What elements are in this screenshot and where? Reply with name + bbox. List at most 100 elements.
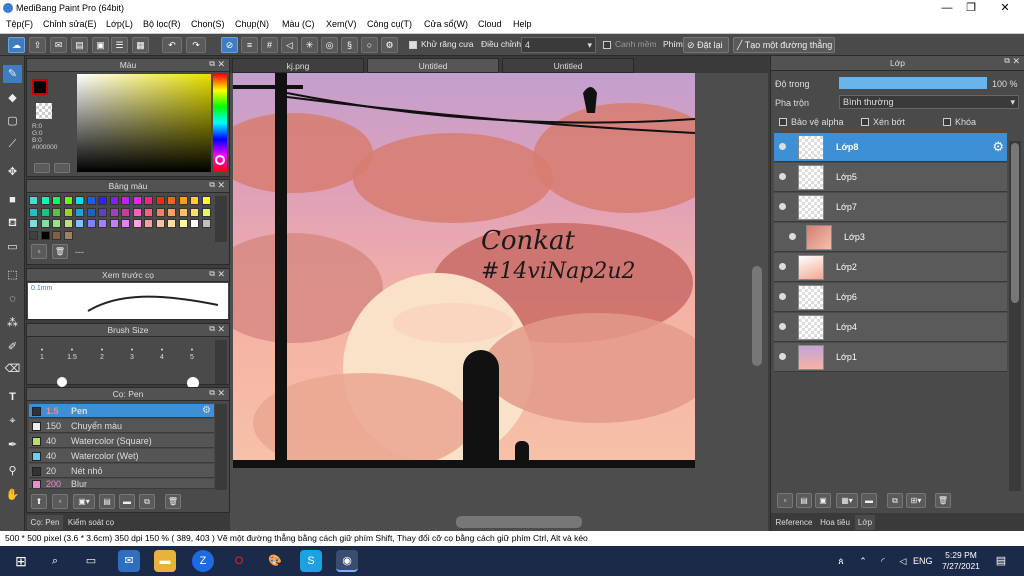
- palette-swatch[interactable]: [201, 207, 211, 217]
- menu-tools[interactable]: Công cụ(T): [367, 19, 412, 29]
- new-halftone-layer-icon[interactable]: ▤: [796, 493, 812, 508]
- menu-view[interactable]: Xem(V): [326, 19, 357, 29]
- search-icon[interactable]: ⌕: [44, 550, 66, 572]
- eye-icon[interactable]: [779, 173, 786, 180]
- tab-reference[interactable]: Reference: [773, 515, 815, 530]
- close-icon[interactable]: ✕: [217, 324, 225, 335]
- fill-rect-tool-icon[interactable]: ■: [3, 191, 22, 209]
- background-color-swatch[interactable]: [36, 103, 52, 119]
- palette-swatch[interactable]: [144, 219, 153, 228]
- gradient-tool-icon[interactable]: ▭: [3, 238, 22, 256]
- brush-item[interactable]: 40 Watercolor (Wet): [29, 449, 214, 463]
- parallel-snap-icon[interactable]: ≡: [241, 37, 258, 53]
- add-brush-icon[interactable]: ⬆: [31, 494, 47, 509]
- vertical-scrollbar[interactable]: [752, 266, 762, 366]
- layer-row[interactable]: Lớp2: [774, 253, 1007, 282]
- eye-icon[interactable]: [779, 143, 786, 150]
- palette-swatch[interactable]: [201, 196, 211, 205]
- delete-layer-icon[interactable]: 🗑: [935, 493, 951, 508]
- maximize-button[interactable]: ❐: [956, 0, 986, 17]
- brush-copy-icon[interactable]: ▤: [99, 494, 115, 509]
- float-icon[interactable]: ⧉: [209, 180, 215, 190]
- float-icon[interactable]: ⧉: [1004, 56, 1010, 66]
- dropper-pen-icon[interactable]: ✒: [3, 436, 22, 454]
- clipping-checkbox[interactable]: [861, 118, 869, 126]
- menu-filter[interactable]: Bộ lọc(R): [143, 19, 181, 29]
- layer-row[interactable]: Lớp8 ⚙: [774, 133, 1007, 162]
- save-icon[interactable]: ▣: [92, 37, 109, 53]
- eye-icon[interactable]: [779, 293, 786, 300]
- task-view-icon[interactable]: ▭: [80, 550, 102, 572]
- antialias-checkbox[interactable]: [409, 41, 417, 49]
- foreground-color-swatch[interactable]: [32, 79, 48, 95]
- color-add-button[interactable]: [34, 163, 50, 173]
- menu-window[interactable]: Cửa sổ(W): [424, 19, 468, 29]
- opacity-slider[interactable]: [839, 77, 987, 89]
- brush-menu-icon[interactable]: ▣▾: [73, 494, 95, 509]
- ellipse-snap-icon[interactable]: ○: [361, 37, 378, 53]
- palette-swatch[interactable]: [132, 219, 142, 228]
- language-indicator[interactable]: ENG: [913, 556, 933, 566]
- operation-tool-icon[interactable]: ⌖: [3, 412, 22, 430]
- reset-button[interactable]: ⊘ Đặt lại: [683, 37, 729, 53]
- float-icon[interactable]: ⧉: [209, 59, 215, 69]
- circle-snap-icon[interactable]: ◎: [321, 37, 338, 53]
- eye-icon[interactable]: [779, 263, 786, 270]
- brush-list-scrollbar[interactable]: [215, 404, 227, 490]
- layer-row[interactable]: Lớp1: [774, 343, 1007, 372]
- eyedropper-tool-icon[interactable]: ⚲: [3, 462, 22, 480]
- float-icon[interactable]: ⧉: [209, 388, 215, 398]
- palette-swatch[interactable]: [155, 207, 165, 217]
- palette-swatch[interactable]: [121, 207, 130, 217]
- brush-tool-icon[interactable]: ✎: [3, 65, 22, 83]
- palette-swatch[interactable]: [98, 207, 107, 217]
- list-icon[interactable]: ☰: [111, 37, 128, 53]
- layer-settings-gear-icon[interactable]: ⚙: [992, 139, 1004, 155]
- grid-snap-icon[interactable]: #: [261, 37, 278, 53]
- palette-swatch[interactable]: [40, 196, 50, 205]
- protect-alpha-checkbox[interactable]: [779, 118, 787, 126]
- select-eraser-icon[interactable]: ⌫: [3, 360, 22, 378]
- redo-icon[interactable]: ↷: [186, 37, 206, 53]
- palette-swatch[interactable]: [86, 196, 96, 205]
- palette-swatch[interactable]: [75, 207, 84, 217]
- saturation-value-picker[interactable]: [77, 74, 211, 172]
- layers-icon[interactable]: ▦: [132, 37, 149, 53]
- line-tool-icon[interactable]: ⟋: [3, 135, 22, 153]
- tab-brush-control[interactable]: Kiểm soát cọ: [65, 515, 117, 530]
- layer-menu-icon[interactable]: ▦▾: [836, 493, 858, 508]
- menu-color[interactable]: Màu (C): [282, 19, 315, 29]
- palette-swatch[interactable]: [144, 207, 153, 217]
- palette-swatch[interactable]: [63, 196, 73, 205]
- zalo-icon[interactable]: Z: [192, 550, 214, 572]
- float-icon[interactable]: ⧉: [209, 324, 215, 334]
- float-icon[interactable]: ⧉: [209, 269, 215, 279]
- menu-select[interactable]: Chọn(S): [191, 19, 225, 29]
- lock-checkbox[interactable]: [943, 118, 951, 126]
- magic-wand-icon[interactable]: ⁂: [3, 314, 22, 332]
- tab-document-untitled-1[interactable]: Untitled: [367, 58, 499, 73]
- merge-layer-icon[interactable]: ⊞▾: [906, 493, 926, 508]
- hue-handle[interactable]: [215, 155, 225, 165]
- move-tool-icon[interactable]: ✥: [3, 163, 22, 181]
- hand-tool-icon[interactable]: ✋: [3, 486, 22, 504]
- opera-icon[interactable]: O: [228, 550, 250, 572]
- tab-document-kj[interactable]: kj.png: [232, 58, 364, 73]
- menu-layer[interactable]: Lớp(L): [106, 19, 133, 29]
- select-pen-icon[interactable]: ✐: [3, 338, 22, 356]
- snap-off-icon[interactable]: ⊘: [221, 37, 238, 53]
- medibang-taskbar-icon[interactable]: ◉: [336, 550, 358, 572]
- volume-icon[interactable]: ◁: [892, 550, 914, 572]
- menu-help[interactable]: Help: [513, 19, 532, 29]
- palette-swatch[interactable]: [190, 196, 199, 205]
- share-icon[interactable]: ⇪: [29, 37, 46, 53]
- brush-size-option[interactable]: • 3: [117, 347, 147, 361]
- palette-swatch[interactable]: [52, 207, 61, 217]
- select-rect-icon[interactable]: ⬚: [3, 266, 22, 284]
- smooth-checkbox[interactable]: [603, 41, 611, 49]
- palette-swatch[interactable]: [178, 196, 188, 205]
- layer-row[interactable]: Lớp6: [774, 283, 1007, 312]
- menu-cloud[interactable]: Cloud: [478, 19, 502, 29]
- palette-swatch[interactable]: [52, 230, 61, 240]
- new-brush-icon[interactable]: ▫: [52, 494, 68, 509]
